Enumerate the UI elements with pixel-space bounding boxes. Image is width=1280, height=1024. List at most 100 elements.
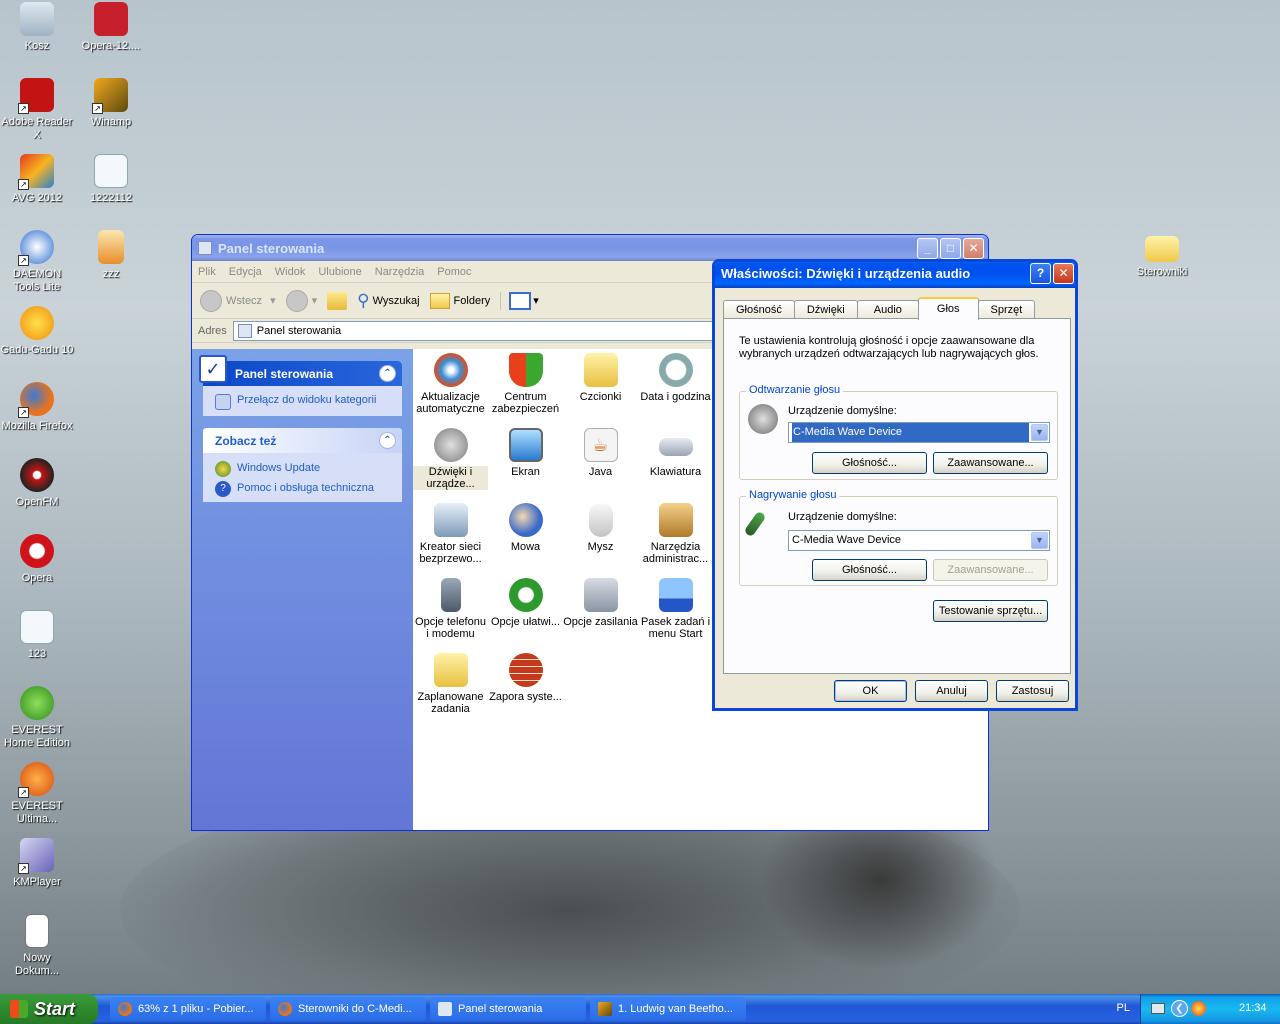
desktop-icon-openfm[interactable]: OpenFM xyxy=(0,458,74,509)
start-button[interactable]: Start xyxy=(0,994,98,1024)
chevron-left-icon[interactable]: ❮ xyxy=(1171,1000,1188,1017)
desktop-icon-new-document[interactable]: Nowy Dokum... xyxy=(0,914,74,978)
menu-help[interactable]: Pomoc xyxy=(437,266,471,278)
desktop-icon-kmplayer[interactable]: ↗ KMPlayer xyxy=(0,838,74,889)
language-indicator[interactable]: PL xyxy=(1117,1002,1130,1014)
desktop-icon-gadu-gadu[interactable]: Gadu-Gadu 10 xyxy=(0,306,74,357)
desktop-icon-winamp[interactable]: ↗ Winamp xyxy=(74,78,148,129)
cp-item-firewall[interactable]: Zapora syste... xyxy=(488,653,563,703)
control-panel-titlebar[interactable]: Panel sterowania _ □ ✕ xyxy=(192,235,988,261)
cp-item-wireless-wizard[interactable]: Kreator sieci bezprzewo... xyxy=(413,503,488,565)
cp-item-java[interactable]: ☕ Java xyxy=(563,428,638,478)
power-icon xyxy=(583,578,618,612)
chevron-down-icon[interactable]: ▼ xyxy=(1031,532,1048,549)
cp-item-keyboard[interactable]: Klawiatura xyxy=(638,428,713,478)
cp-item-date-time[interactable]: Data i godzina xyxy=(638,353,713,403)
desktop-icon-sterowniki[interactable]: Sterowniki xyxy=(1125,230,1199,279)
tab-audio[interactable]: Audio xyxy=(856,300,919,319)
cp-item-automatic-updates[interactable]: Aktualizacje automatyczne xyxy=(413,353,488,415)
menu-favorites[interactable]: Ulubione xyxy=(318,266,361,278)
desktop-icon-everest-ultimate[interactable]: ↗ EVEREST Ultima... xyxy=(0,762,74,826)
back-button[interactable]: Wstecz ▾ xyxy=(200,289,276,312)
recording-device-label: Urządzenie domyślne: xyxy=(788,511,897,523)
desktop-icon-avg[interactable]: ↗ AVG 2012 xyxy=(0,154,74,205)
menu-file[interactable]: Plik xyxy=(198,266,216,278)
test-hardware-button[interactable]: Testowanie sprzętu... xyxy=(933,600,1048,622)
chevron-down-icon: ▾ xyxy=(533,295,539,307)
playback-advanced-button[interactable]: Zaawansowane... xyxy=(933,452,1048,474)
maximize-button[interactable]: □ xyxy=(940,238,961,259)
keyboard-tray-icon[interactable] xyxy=(1151,1003,1165,1014)
desktop-icon-everest-home[interactable]: EVEREST Home Edition xyxy=(0,686,74,750)
minimize-button[interactable]: _ xyxy=(917,238,938,259)
playback-volume-button[interactable]: Głośność... xyxy=(812,452,927,474)
taskbar-button-control-panel[interactable]: Panel sterowania xyxy=(430,997,586,1021)
windows-update-link[interactable]: Windows Update xyxy=(203,453,402,478)
collapse-chevron-icon[interactable]: ⌃ xyxy=(379,365,396,382)
taskbar-button-winamp[interactable]: 1. Ludwig van Beetho... xyxy=(590,997,746,1021)
desktop-icon-label: Opera-12.... xyxy=(81,40,141,52)
help-support-link[interactable]: ? Pomoc i obsługa techniczna xyxy=(203,478,402,502)
cp-item-power-options[interactable]: Opcje zasilania xyxy=(563,578,638,628)
taskbar-button-label: Sterowniki do C-Medi... xyxy=(298,1003,412,1015)
task-box-header[interactable]: Zobacz też ⌃ xyxy=(203,428,402,453)
recording-group: Nagrywanie głosu Urządzenie domyślne: C-… xyxy=(739,489,1058,586)
cp-item-phone-modem[interactable]: Opcje telefonu i modemu xyxy=(413,578,488,640)
cp-item-taskbar-start[interactable]: Pasek zadań i menu Start xyxy=(638,578,713,640)
tab-voice[interactable]: Głos xyxy=(917,297,979,320)
cp-item-accessibility[interactable]: Opcje ułatwi... xyxy=(488,578,563,628)
shield-icon xyxy=(508,353,543,387)
folders-button[interactable]: Foldery xyxy=(429,292,490,309)
taskbar-button-drivers[interactable]: Sterowniki do C-Medi... xyxy=(270,997,426,1021)
cp-item-security-center[interactable]: Centrum zabezpieczeń xyxy=(488,353,563,415)
desktop-icon-label: Sterowniki xyxy=(1136,266,1188,278)
cp-item-scheduled-tasks[interactable]: Zaplanowane zadania xyxy=(413,653,488,715)
cp-item-speech[interactable]: Mowa xyxy=(488,503,563,553)
switch-to-category-view-link[interactable]: Przełącz do widoku kategorii xyxy=(203,386,402,416)
close-button[interactable]: ✕ xyxy=(963,238,984,259)
apply-button[interactable]: Zastosuj xyxy=(996,680,1069,702)
desktop-icon-label: Opera xyxy=(21,572,53,584)
recording-device-select[interactable]: C-Media Wave Device ▼ xyxy=(788,530,1050,551)
gadu-gadu-tray-icon[interactable] xyxy=(1191,1001,1206,1016)
desktop-icon-firefox[interactable]: ↗ Mozilla Firefox xyxy=(0,382,74,433)
recording-volume-button[interactable]: Głośność... xyxy=(812,559,927,581)
tab-sounds[interactable]: Dźwięki xyxy=(793,300,858,319)
playback-device-select[interactable]: C-Media Wave Device ▼ xyxy=(788,422,1050,443)
cp-item-fonts[interactable]: Czcionki xyxy=(563,353,638,403)
start-label: Start xyxy=(34,998,76,1019)
cancel-button[interactable]: Anuluj xyxy=(915,680,988,702)
close-button[interactable]: ✕ xyxy=(1053,263,1074,284)
tab-volume[interactable]: Głośność xyxy=(723,300,795,319)
views-button[interactable]: ▾ xyxy=(500,291,539,310)
cp-item-mouse[interactable]: Mysz xyxy=(563,503,638,553)
up-folder-button[interactable] xyxy=(327,291,348,310)
search-button[interactable]: ⚲ Wyszukaj xyxy=(357,291,419,311)
desktop-icon-1222112[interactable]: 1222112 xyxy=(74,154,148,205)
collapse-chevron-icon[interactable]: ⌃ xyxy=(379,432,396,449)
desktop-icon-zzz[interactable]: zzz xyxy=(74,230,148,281)
cp-item-admin-tools[interactable]: Narzędzia administrac... xyxy=(638,503,713,565)
desktop-icon-adobe-reader[interactable]: ↗ Adobe Reader X xyxy=(0,78,74,142)
help-button[interactable]: ? xyxy=(1030,263,1051,284)
recording-advanced-button[interactable]: Zaawansowane... xyxy=(933,559,1048,581)
desktop-icon-recycle-bin[interactable]: Kosz xyxy=(0,2,74,53)
desktop-icon-opera-installer[interactable]: Opera-12.... xyxy=(74,2,148,53)
menu-view[interactable]: Widok xyxy=(275,266,306,278)
chevron-down-icon[interactable]: ▼ xyxy=(1031,424,1048,441)
dialog-titlebar[interactable]: Właściwości: Dźwięki i urządzenia audio … xyxy=(715,262,1075,288)
cp-item-sounds-audio[interactable]: Dźwięki i urządze... xyxy=(413,428,488,490)
desktop-icon-daemon-tools[interactable]: ↗ DAEMON Tools Lite xyxy=(0,230,74,294)
menu-edit[interactable]: Edycja xyxy=(229,266,262,278)
forward-button[interactable]: ▾ xyxy=(285,289,317,312)
cp-item-display[interactable]: Ekran xyxy=(488,428,563,478)
taskbar-button-download[interactable]: 63% z 1 pliku - Pobier... xyxy=(110,997,266,1021)
openfm-icon xyxy=(20,458,54,492)
desktop-icon-opera[interactable]: Opera xyxy=(0,534,74,585)
ok-button[interactable]: OK xyxy=(834,680,907,702)
menu-tools[interactable]: Narzędzia xyxy=(375,266,425,278)
task-box-header[interactable]: ✓ Panel sterowania ⌃ xyxy=(199,355,402,386)
desktop-icon-label: EVEREST Home Edition xyxy=(3,724,71,749)
tab-hardware[interactable]: Sprzęt xyxy=(977,300,1036,319)
desktop-icon-123[interactable]: 123 xyxy=(0,610,74,661)
